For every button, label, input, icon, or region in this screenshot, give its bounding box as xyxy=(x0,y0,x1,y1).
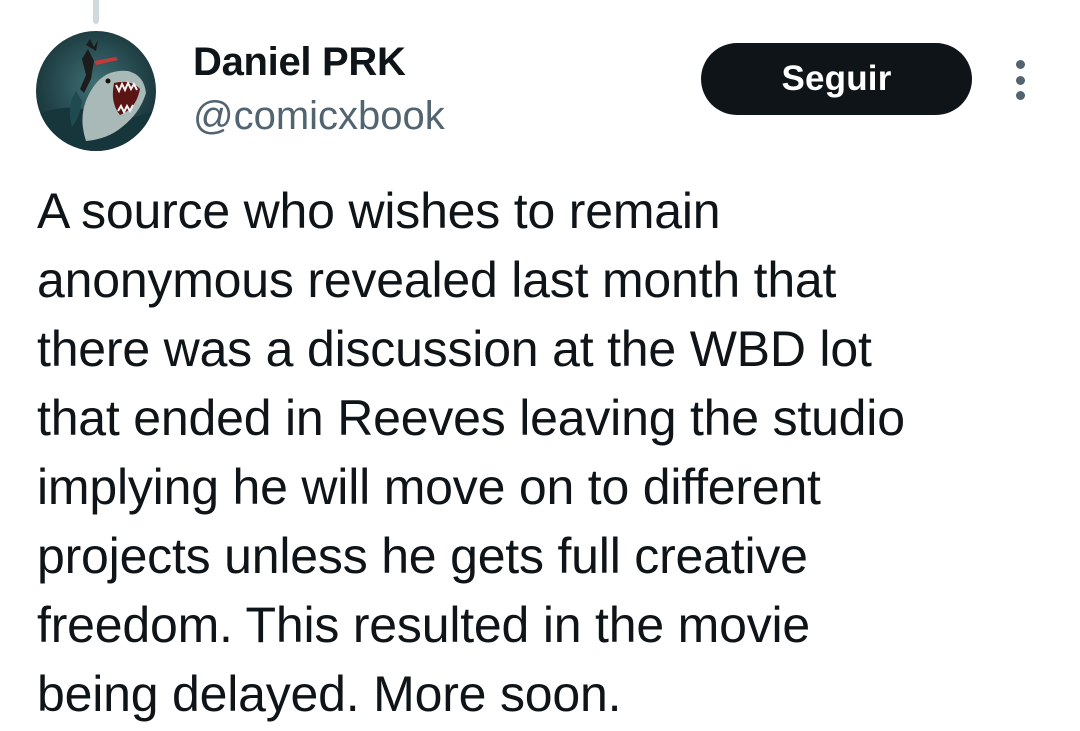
more-vertical-icon xyxy=(1015,60,1025,69)
author-handle[interactable]: @comicxbook xyxy=(193,92,445,140)
shark-comic-avatar-icon xyxy=(36,39,156,151)
author-display-name[interactable]: Daniel PRK xyxy=(193,38,445,86)
thread-connector-line xyxy=(93,0,99,24)
follow-button[interactable]: Seguir xyxy=(701,43,972,115)
more-vertical-icon-dot-2 xyxy=(1015,75,1025,85)
more-options-button[interactable] xyxy=(1003,58,1037,102)
post-text: A source who wishes to remain anonymous … xyxy=(37,183,905,722)
avatar[interactable] xyxy=(36,31,156,151)
author-info: Daniel PRK @comicxbook xyxy=(193,38,445,140)
more-vertical-icon-dot-3 xyxy=(1015,91,1025,100)
